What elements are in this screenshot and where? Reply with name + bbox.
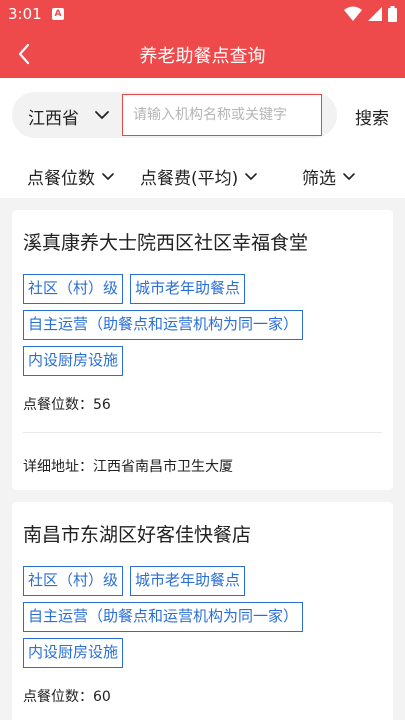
notification-icon: A [52,8,64,20]
filter-label: 点餐位数 [27,169,95,189]
filter-label: 点餐费(平均) [140,169,239,189]
chevron-down-icon [343,172,355,180]
tag-facility: 内设厨房设施 [23,346,124,376]
list-item[interactable]: 溪真康养大士院西区社区幸福食堂 社区（村）级 城市老年助餐点 自主运营（助餐点和… [12,210,393,490]
wifi-icon [344,6,362,21]
tag-operation: 自主运营（助餐点和运营机构为同一家） [23,602,304,632]
chevron-down-icon [245,172,258,180]
filter-seat-count[interactable]: 点餐位数 [27,164,115,189]
filter-row: 点餐位数 点餐费(平均) 筛选 [0,154,405,198]
list-item[interactable]: 南昌市东湖区好客佳快餐店 社区（村）级 城市老年助餐点 自主运营（助餐点和运营机… [12,502,393,720]
signal-icon [368,7,382,21]
seat-count: 点餐位数：56 [23,397,111,413]
province-label: 江西省 [28,109,79,129]
divider [23,432,382,433]
seat-count: 点餐位数：60 [23,689,111,705]
tag-facility: 内设厨房设施 [23,638,124,668]
address: 详细地址：江西省南昌市卫生大厦 [23,459,233,475]
chevron-down-icon [95,111,109,119]
filter-average-fee[interactable]: 点餐费(平均) [140,164,258,189]
card-title: 南昌市东湖区好客佳快餐店 [23,524,252,546]
status-time: 3:01 [8,5,42,23]
tag-level: 社区（村）级 [23,566,124,596]
search-input[interactable] [122,94,322,136]
tag-type: 城市老年助餐点 [130,566,246,596]
search-button[interactable]: 搜索 [355,104,389,129]
filter-more[interactable]: 筛选 [302,164,356,189]
card-title: 溪真康养大士院西区社区幸福食堂 [23,232,309,254]
tag-level: 社区（村）级 [23,274,124,304]
page-title: 养老助餐点查询 [139,46,266,67]
search-row: 江西省 搜索 [0,78,405,154]
status-icons [344,6,397,22]
battery-icon [388,6,397,22]
app-bar: 养老助餐点查询 [0,30,405,78]
tag-operation: 自主运营（助餐点和运营机构为同一家） [23,310,304,340]
filter-label: 筛选 [302,169,336,189]
tag-type: 城市老年助餐点 [130,274,246,304]
chevron-down-icon [102,172,114,180]
status-bar: 3:01 A [0,0,405,30]
